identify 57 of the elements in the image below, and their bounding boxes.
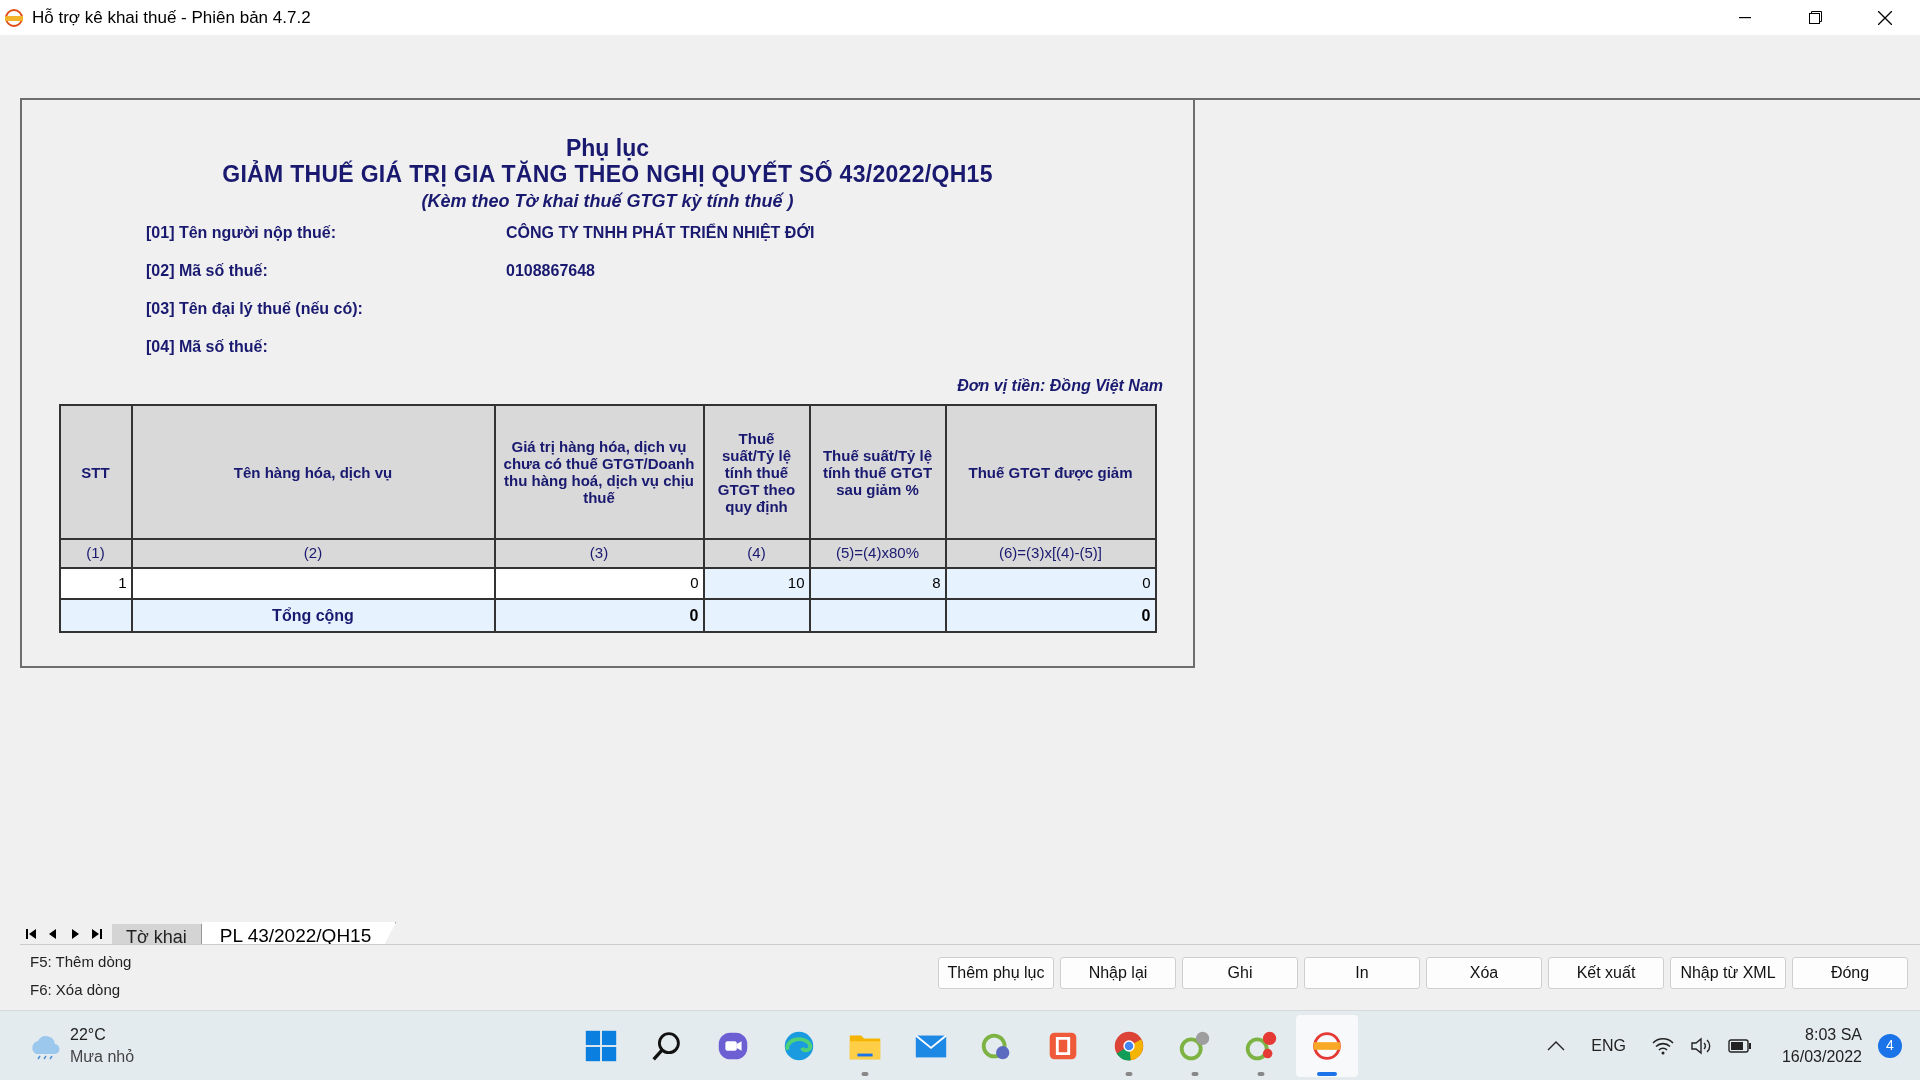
notification-badge[interactable]: 4 <box>1878 1033 1902 1058</box>
field-label: [03] Tên đại lý thuế (nếu có): <box>146 299 364 319</box>
language-indicator[interactable]: ENG <box>1591 1033 1626 1058</box>
table-cell: 0 <box>945 568 1156 599</box>
shortcut-hint: F5: Thêm dòng <box>30 952 132 972</box>
volume-icon[interactable] <box>1689 1036 1712 1055</box>
temperature-text: 22°C <box>70 1024 107 1045</box>
column-code: (2) <box>131 539 495 568</box>
table-cell: 10 <box>703 568 810 599</box>
form-title: GIẢM THUẾ GIÁ TRỊ GIA TĂNG THEO NGHỊ QUYẾT SỐ 43/2022/QH15 <box>222 160 993 188</box>
column-header: Tên hàng hóa, dịch vụ <box>131 405 495 539</box>
field-label: [01] Tên người nộp thuế: <box>146 223 338 243</box>
currency-note: Đơn vị tiền: Đồng Việt Nam <box>957 376 1163 396</box>
column-code: (1) <box>59 539 132 568</box>
field-value: CÔNG TY TNHH PHÁT TRIỂN NHIỆT ĐỚI <box>506 222 815 243</box>
column-code: (6)=(3)x[(4)-(5)] <box>945 539 1156 568</box>
table-cell: 8 <box>809 568 946 599</box>
action-button[interactable]: Nhập lại <box>1060 957 1176 989</box>
wifi-icon[interactable] <box>1651 1036 1674 1055</box>
action-button[interactable]: Đóng <box>1792 957 1908 989</box>
weather-condition-text: Mưa nhỏ <box>70 1046 135 1067</box>
action-button[interactable]: Ghi <box>1182 957 1298 989</box>
window-title: Hỗ trợ kê khai thuế - Phiên bản 4.7.2 <box>32 6 311 29</box>
action-button[interactable]: Kết xuất <box>1548 957 1664 989</box>
field-value: 0108867648 <box>506 261 595 281</box>
form-heading: Phụ lục <box>565 136 650 160</box>
close-icon <box>1878 10 1892 25</box>
form-subtitle: (Kèm theo Tờ khai thuế GTGT kỳ tính thuế ) <box>421 190 794 213</box>
sheet-tab[interactable]: Tờ khai <box>112 924 202 944</box>
app-logo-icon <box>2 7 26 28</box>
restore-icon <box>1808 11 1822 24</box>
action-button[interactable]: Xóa <box>1426 957 1542 989</box>
shortcut-hint: F6: Xóa dòng <box>30 979 122 1000</box>
total-value: 0 <box>1141 606 1151 624</box>
field-label: [04] Mã số thuế: <box>146 337 269 357</box>
column-header: STT <box>59 405 132 539</box>
column-header: Giá trị hàng hóa, dịch vụ chưa có thuế GTGT/Doanh thu hàng hoá, dịch vụ chịu thuế <box>494 405 704 539</box>
clock-date[interactable]: 16/03/2022 <box>1781 1045 1862 1068</box>
column-header: Thuế suất/Tỷ lệ tính thuế GTGT theo quy định <box>703 405 810 539</box>
clock-time[interactable]: 8:03 SA <box>1805 1023 1862 1046</box>
column-code: (4) <box>703 539 810 568</box>
action-button[interactable]: Nhập từ XML <box>1670 957 1786 989</box>
battery-icon[interactable] <box>1727 1038 1752 1053</box>
column-code: (3) <box>494 539 704 568</box>
action-button[interactable]: Thêm phụ lục <box>938 957 1054 989</box>
column-code: (5)=(4)x80% <box>809 539 946 568</box>
table-cell: 0 <box>494 568 704 599</box>
minimize-icon <box>1739 16 1751 19</box>
chevron-up-icon[interactable] <box>1547 1040 1566 1051</box>
column-header: Thuế GTGT được giảm <box>945 405 1156 539</box>
table-cell: 1 <box>59 568 132 599</box>
action-button[interactable]: In <box>1304 957 1420 989</box>
total-label: Tổng cộng <box>131 599 495 632</box>
total-value: 0 <box>689 606 699 624</box>
sheet-tab[interactable]: PL 43/2022/QH15 <box>201 922 397 944</box>
column-header: Thuế suất/Tỷ lệ tính thuế GTGT sau giảm % <box>809 405 946 539</box>
field-label: [02] Mã số thuế: <box>146 261 269 281</box>
